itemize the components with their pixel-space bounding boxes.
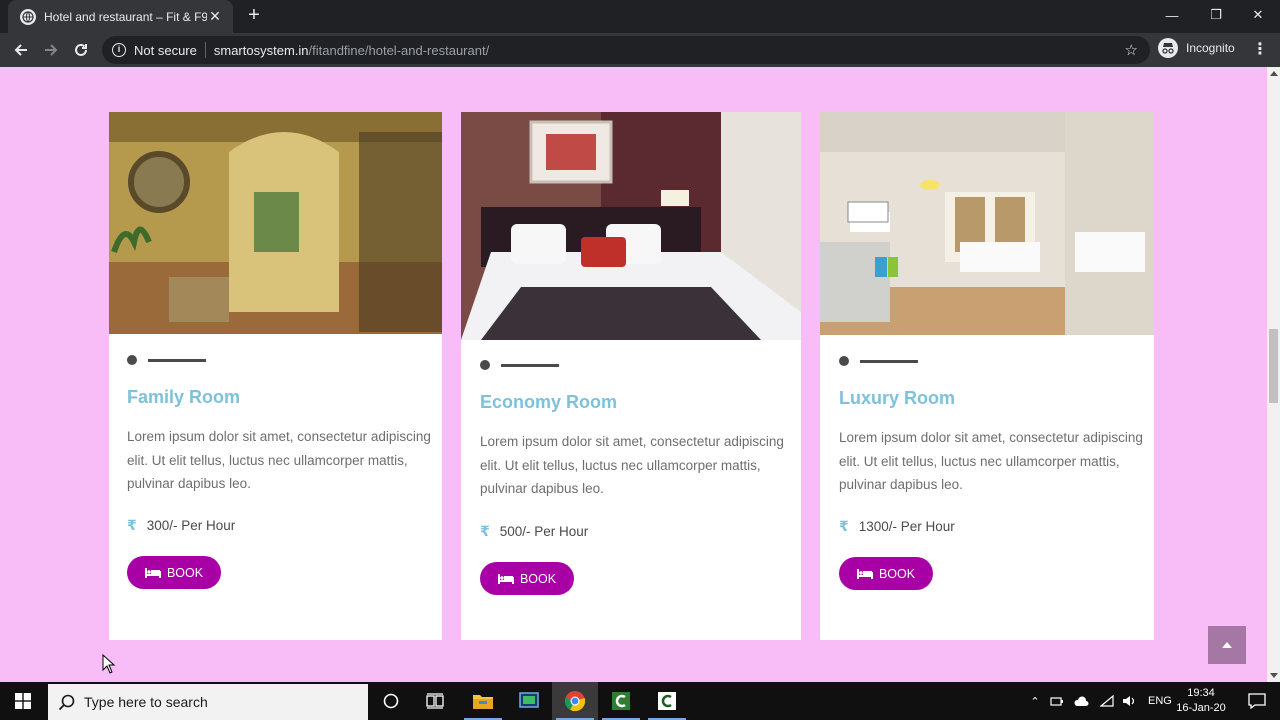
file-explorer-icon[interactable]: [460, 682, 506, 720]
book-label: BOOK: [519, 571, 557, 586]
clock-date: 16-Jan-20: [1176, 702, 1226, 714]
taskbar-search-input[interactable]: Type here to search: [48, 684, 368, 720]
card-divider: [480, 360, 559, 370]
card-divider: [127, 355, 206, 365]
room-description: Lorem ipsum dolor sit amet, consectetur …: [127, 429, 431, 491]
price-text: 500/- Per Hour: [499, 524, 589, 539]
url-path: /fitandfine/hotel-and-restaurant/: [308, 42, 490, 58]
room-card-luxury: Luxury Room Lorem ipsum dolor sit amet, …: [820, 112, 1154, 640]
battery-icon[interactable]: [1050, 695, 1064, 707]
scroll-down-icon[interactable]: [1270, 673, 1278, 678]
scrollbar-thumb[interactable]: [1269, 329, 1278, 403]
taskbar-clock[interactable]: 19:34 16-Jan-20: [1172, 686, 1230, 716]
chrome-icon[interactable]: [552, 682, 598, 720]
close-tab-icon[interactable]: ✕: [207, 8, 223, 25]
rupee-icon: ₹: [127, 517, 137, 533]
page-content: Family Room Lorem ipsum dolor sit amet, …: [0, 67, 1280, 682]
back-arrow-icon[interactable]: [9, 38, 33, 62]
browser-toolbar: i Not secure smartosystem.in /fitandfine…: [0, 33, 1280, 67]
close-window-button[interactable]: ✕: [1236, 0, 1280, 30]
cortana-icon[interactable]: [368, 682, 414, 720]
search-placeholder: Type here to search: [84, 694, 208, 710]
security-label: Not secure: [134, 42, 197, 58]
mouse-cursor-icon: [102, 654, 116, 674]
star-icon[interactable]: ☆: [1125, 41, 1138, 59]
back-to-top-button[interactable]: [1208, 626, 1246, 664]
book-button[interactable]: BOOK: [480, 562, 574, 595]
room-photo: [820, 112, 1154, 335]
url-host: smartosystem.in: [213, 42, 309, 58]
windows-icon[interactable]: [0, 682, 46, 720]
book-label: BOOK: [878, 566, 916, 581]
wifi-icon[interactable]: [1100, 695, 1114, 707]
screen-recorder-icon[interactable]: [506, 682, 552, 720]
rupee-icon: ₹: [839, 518, 849, 534]
info-icon[interactable]: i: [112, 43, 126, 57]
forward-arrow-icon[interactable]: [39, 38, 63, 62]
browser-tab[interactable]: Hotel and restaurant – Fit & F9 ✕: [8, 0, 233, 33]
address-bar[interactable]: i Not secure smartosystem.in /fitandfine…: [102, 36, 1150, 64]
scroll-up-icon[interactable]: [1270, 71, 1278, 76]
camtasia-recorder-icon[interactable]: [644, 682, 690, 720]
room-card-economy: Economy Room Lorem ipsum dolor sit amet,…: [461, 112, 801, 640]
language-indicator[interactable]: ENG: [1148, 695, 1172, 707]
incognito-icon: [1158, 38, 1178, 58]
camtasia-icon[interactable]: [598, 682, 644, 720]
price-text: 1300/- Per Hour: [858, 519, 955, 534]
volume-icon[interactable]: [1122, 695, 1136, 707]
caret-up-icon: [1222, 642, 1232, 648]
maximize-button[interactable]: ❐: [1194, 0, 1238, 30]
room-photo: [109, 112, 442, 334]
windows-taskbar: Type here to search ⌃ ENG 19:34 16-Jan-2…: [0, 682, 1280, 720]
notifications-icon[interactable]: [1234, 682, 1280, 720]
bed-icon: [497, 573, 514, 584]
search-icon: [58, 694, 75, 711]
room-description: Lorem ipsum dolor sit amet, consectetur …: [839, 430, 1143, 492]
task-view-icon[interactable]: [412, 682, 458, 720]
book-label: BOOK: [166, 565, 204, 580]
rupee-icon: ₹: [480, 523, 490, 539]
tab-title: Hotel and restaurant – Fit & F9: [44, 9, 207, 24]
book-button[interactable]: BOOK: [127, 556, 221, 589]
clock-time: 19:34: [1187, 687, 1215, 699]
incognito-label: Incognito: [1186, 41, 1235, 55]
onedrive-icon[interactable]: [1074, 695, 1090, 707]
room-description: Lorem ipsum dolor sit amet, consectetur …: [480, 434, 784, 496]
room-price: ₹ 1300/- Per Hour: [839, 518, 955, 535]
price-text: 300/- Per Hour: [146, 518, 236, 533]
new-tab-button[interactable]: +: [244, 5, 264, 25]
card-divider: [839, 356, 918, 366]
page-scrollbar[interactable]: [1267, 67, 1280, 682]
minimize-button[interactable]: —: [1150, 0, 1194, 30]
tab-strip: Hotel and restaurant – Fit & F9 ✕ + — ❐ …: [0, 0, 1280, 33]
book-button[interactable]: BOOK: [839, 557, 933, 590]
menu-dots-icon[interactable]: ⋮: [1252, 40, 1268, 60]
room-photo: [461, 112, 801, 340]
bed-icon: [856, 568, 873, 579]
room-title: Luxury Room: [839, 388, 956, 408]
globe-icon: [20, 8, 36, 25]
omnibox-divider: [204, 42, 206, 58]
room-title: Economy Room: [480, 392, 618, 412]
room-price: ₹ 300/- Per Hour: [127, 517, 235, 534]
chevron-up-icon[interactable]: ⌃: [1028, 695, 1042, 708]
reload-icon[interactable]: [69, 38, 93, 62]
incognito-indicator[interactable]: Incognito: [1158, 38, 1235, 58]
room-card-family: Family Room Lorem ipsum dolor sit amet, …: [109, 112, 442, 640]
system-tray: ⌃ ENG: [1028, 682, 1172, 720]
room-title: Family Room: [127, 387, 241, 407]
bed-icon: [144, 567, 161, 578]
room-price: ₹ 500/- Per Hour: [480, 523, 588, 540]
